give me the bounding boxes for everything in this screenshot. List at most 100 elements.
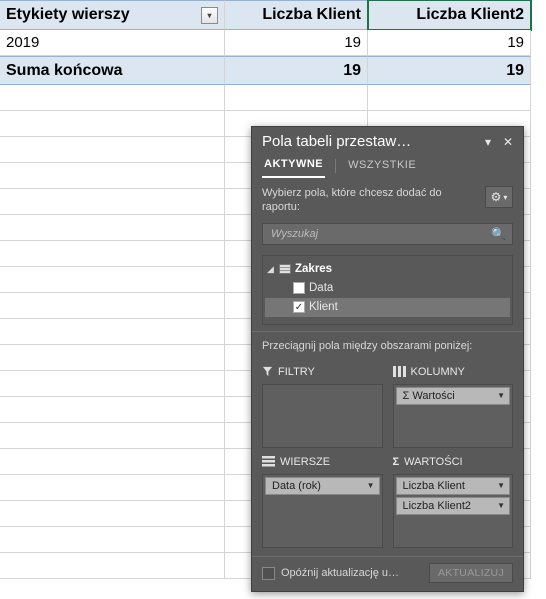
area-columns: KOLUMNY Σ Wartości ▼	[393, 364, 514, 448]
empty-cell[interactable]	[0, 475, 225, 501]
pivot-grandtotal-cell[interactable]: 19	[225, 56, 368, 85]
pane-menu-button[interactable]: ▾	[481, 135, 495, 149]
empty-cell[interactable]	[0, 371, 225, 397]
pivottable-fields-pane: Pola tabeli przestaw… ▾ ✕ AKTYWNE WSZYST…	[251, 126, 524, 592]
search-icon: 🔍	[491, 227, 506, 241]
pivot-data-row: 2019 19 19	[0, 30, 546, 56]
collapse-icon[interactable]: ◢	[267, 264, 275, 275]
tree-item-label: Data	[309, 282, 333, 294]
drag-hint-label: Przeciągnij pola między obszarami poniże…	[252, 331, 523, 360]
empty-cell[interactable]	[0, 293, 225, 319]
pill-label: Liczba Klient	[403, 480, 465, 492]
field-pill-values[interactable]: Σ Wartości ▼	[396, 387, 511, 405]
pivot-row-label[interactable]: 2019	[0, 30, 225, 56]
row-filter-dropdown-button[interactable]: ▾	[201, 7, 218, 24]
checkbox-checked-icon[interactable]: ✓	[293, 301, 305, 313]
pivot-grandtotal-row: Suma końcowa 19 19	[0, 56, 546, 85]
field-pill-data-rok[interactable]: Data (rok) ▼	[265, 477, 380, 495]
tree-item-klient[interactable]: ✓ Klient	[265, 298, 510, 317]
empty-cell[interactable]	[0, 501, 225, 527]
field-pill-liczba-klient2[interactable]: Liczba Klient2 ▼	[396, 497, 511, 515]
chevron-down-icon: ▼	[497, 501, 505, 510]
fields-search-input[interactable]	[269, 227, 491, 241]
pill-label: Σ Wartości	[403, 390, 455, 402]
tree-item-data[interactable]: Data	[265, 279, 510, 298]
tree-root-label: Zakres	[295, 263, 332, 275]
pivot-col2-header-active[interactable]: Liczba Klient2	[368, 0, 531, 30]
field-pill-liczba-klient[interactable]: Liczba Klient ▼	[396, 477, 511, 495]
empty-cell[interactable]	[0, 189, 225, 215]
empty-cell[interactable]	[0, 345, 225, 371]
pivot-rowlabels-header[interactable]: Etykiety wierszy ▾	[0, 0, 225, 30]
tree-item-label: Klient	[309, 301, 338, 313]
pane-footer: Opóźnij aktualizację u… AKTUALIZUJ	[252, 556, 523, 591]
chevron-down-icon: ▾	[503, 193, 507, 202]
empty-cell[interactable]	[0, 553, 225, 579]
empty-cell[interactable]	[0, 449, 225, 475]
empty-cell[interactable]	[0, 137, 225, 163]
close-icon: ✕	[503, 135, 513, 149]
rows-icon	[262, 456, 275, 467]
chevron-down-icon: ▾	[207, 11, 211, 20]
pivot-cell[interactable]: 19	[368, 30, 531, 56]
area-values: Σ WARTOŚCI Liczba Klient ▼ Liczba Klient…	[393, 454, 514, 548]
tab-active-fields[interactable]: AKTYWNE	[262, 154, 325, 178]
empty-cell[interactable]	[0, 215, 225, 241]
chevron-down-icon: ▼	[497, 481, 505, 490]
empty-cell[interactable]	[368, 85, 531, 111]
chevron-down-icon: ▼	[367, 481, 375, 490]
area-filters-label: FILTRY	[278, 366, 315, 378]
pane-titlebar[interactable]: Pola tabeli przestaw… ▾ ✕	[252, 127, 523, 154]
tree-root-zakres[interactable]: ◢ Zakres	[265, 260, 510, 279]
columns-icon	[393, 366, 406, 377]
pivot-cell[interactable]: 19	[225, 30, 368, 56]
sigma-icon: Σ	[393, 456, 400, 468]
pivot-grandtotal-cell[interactable]: 19	[368, 56, 531, 85]
pivot-header-row: Etykiety wierszy ▾ Liczba Klient Liczba …	[0, 0, 546, 30]
fields-search-box[interactable]: 🔍	[262, 223, 513, 245]
pane-choose-label: Wybierz pola, które chcesz dodać do rapo…	[262, 186, 477, 215]
empty-cell[interactable]	[0, 527, 225, 553]
chevron-down-icon: ▼	[497, 391, 505, 400]
pivot-col1-header[interactable]: Liczba Klient	[225, 0, 368, 30]
empty-cell[interactable]	[0, 111, 225, 137]
empty-cell[interactable]	[0, 319, 225, 345]
pane-layout-button[interactable]: ⚙ ▾	[485, 186, 513, 208]
values-dropzone[interactable]: Liczba Klient ▼ Liczba Klient2 ▼	[393, 474, 514, 548]
areas-grid: FILTRY KOLUMNY Σ Wartości ▼ WIERSZE	[252, 360, 523, 556]
empty-cell[interactable]	[0, 241, 225, 267]
empty-cell[interactable]	[0, 85, 225, 111]
pivot-rowlabels-text: Etykiety wierszy	[6, 6, 130, 24]
pane-close-button[interactable]: ✕	[501, 135, 515, 149]
area-rows-label: WIERSZE	[280, 456, 330, 468]
pivot-grandtotal-label[interactable]: Suma końcowa	[0, 56, 225, 85]
update-button[interactable]: AKTUALIZUJ	[429, 563, 513, 583]
chevron-down-icon: ▾	[485, 135, 491, 149]
fields-tree[interactable]: ◢ Zakres Data ✓ Klient	[262, 255, 513, 325]
pane-choose-row: Wybierz pola, które chcesz dodać do rapo…	[252, 178, 523, 221]
defer-update-checkbox[interactable]	[262, 567, 275, 580]
defer-update-label: Opóźnij aktualizację u…	[281, 567, 423, 579]
pane-title-text: Pola tabeli przestaw…	[262, 133, 475, 150]
empty-cell[interactable]	[225, 85, 368, 111]
area-values-label: WARTOŚCI	[404, 456, 462, 468]
checkbox-unchecked-icon[interactable]	[293, 282, 305, 294]
filters-dropzone[interactable]	[262, 384, 383, 448]
rows-dropzone[interactable]: Data (rok) ▼	[262, 474, 383, 548]
area-filters: FILTRY	[262, 364, 383, 448]
pill-label: Liczba Klient2	[403, 500, 472, 512]
columns-dropzone[interactable]: Σ Wartości ▼	[393, 384, 514, 448]
empty-cell[interactable]	[0, 267, 225, 293]
area-rows: WIERSZE Data (rok) ▼	[262, 454, 383, 548]
pane-tabs: AKTYWNE WSZYSTKIE	[252, 154, 523, 178]
area-columns-label: KOLUMNY	[411, 366, 465, 378]
funnel-icon	[262, 366, 273, 377]
gear-icon: ⚙	[491, 190, 502, 204]
tab-separator-icon	[335, 159, 336, 173]
empty-cell[interactable]	[0, 397, 225, 423]
table-icon	[279, 264, 291, 274]
empty-cell[interactable]	[0, 163, 225, 189]
pill-label: Data (rok)	[272, 480, 321, 492]
empty-cell[interactable]	[0, 423, 225, 449]
tab-all-fields[interactable]: WSZYSTKIE	[346, 155, 418, 177]
